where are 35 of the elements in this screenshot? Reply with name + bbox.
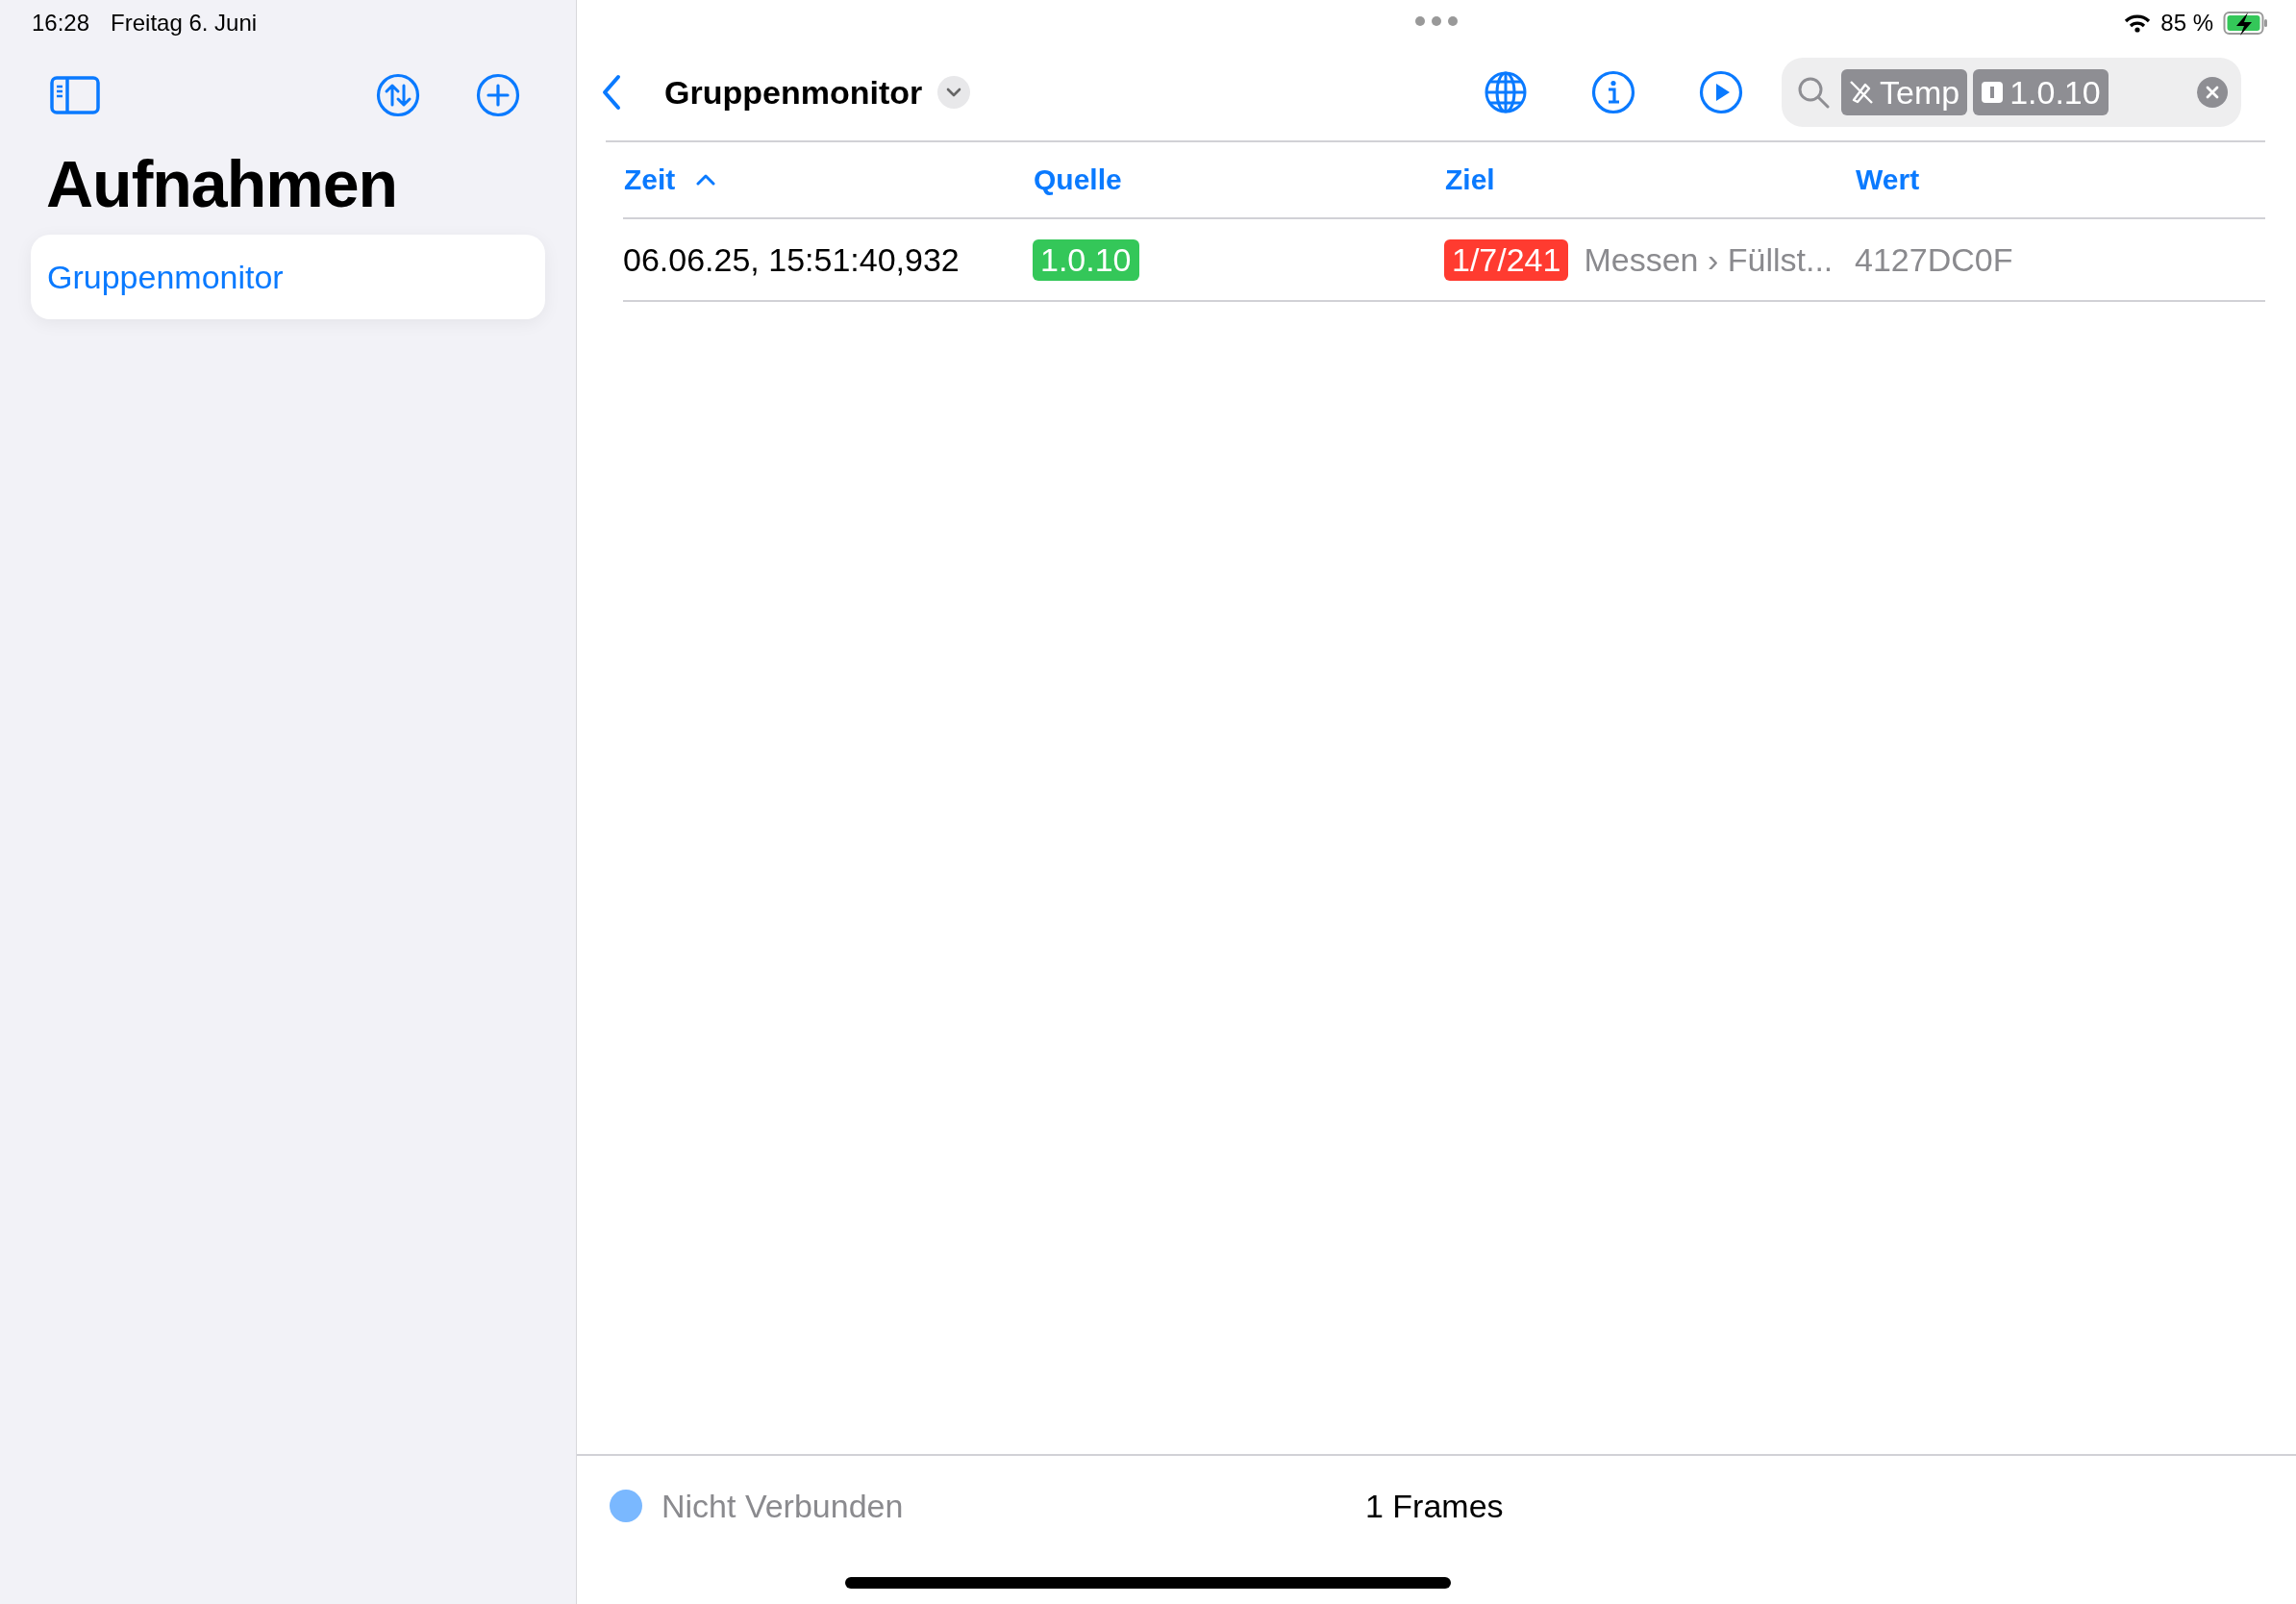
source-address-tag: 1.0.10 <box>1033 238 1139 281</box>
play-icon[interactable] <box>1699 70 1743 114</box>
table-cell: 06.06.25, 15:51:40,932 <box>623 240 960 279</box>
toolbar-title[interactable]: Gruppenmonitor <box>664 73 923 112</box>
back-chevron-icon[interactable] <box>601 74 622 111</box>
sidebar-item[interactable]: Gruppenmonitor <box>31 235 545 319</box>
sort-arrows-icon[interactable] <box>376 73 420 117</box>
dropdown-chevron-icon[interactable] <box>937 76 971 109</box>
sidebar-toggle-icon[interactable] <box>50 76 100 114</box>
column-header[interactable]: Wert <box>1855 163 1920 196</box>
crossed-pen-icon <box>1849 80 1874 105</box>
sidebar-title: Aufnahmen <box>45 146 398 221</box>
frame-count: 1 Frames <box>1365 1487 1504 1525</box>
column-header[interactable]: Ziel <box>1444 163 1495 196</box>
status-time: 16:28 <box>32 10 90 38</box>
device-icon <box>1981 81 2005 104</box>
table-cell: 4127DC0F <box>1855 240 2013 279</box>
connection-status: Nicht Verbunden <box>661 1487 905 1525</box>
table-cell: Messen › Füllst... <box>1584 240 1834 279</box>
status-date: Freitag 6. Juni <box>111 10 258 38</box>
multitasking-dots-icon[interactable] <box>1414 15 1459 27</box>
search-token[interactable]: 1.0.10 <box>1973 69 2109 115</box>
add-icon[interactable] <box>476 73 520 117</box>
battery-percentage: 85 % <box>2160 10 2213 37</box>
search-token[interactable]: Temp <box>1841 69 1968 115</box>
wifi-icon <box>2124 13 2152 33</box>
column-header[interactable]: Quelle <box>1033 163 1122 196</box>
info-icon[interactable] <box>1591 70 1635 114</box>
sort-ascending-icon <box>696 174 716 186</box>
clear-icon[interactable] <box>2197 77 2228 108</box>
search-field[interactable]: Temp 1.0.10 <box>1782 58 2241 127</box>
column-header[interactable]: Zeit <box>623 163 716 196</box>
search-icon <box>1797 76 1830 109</box>
group-address-tag: 1/7/241 <box>1444 238 1569 281</box>
globe-icon[interactable] <box>1484 70 1528 114</box>
